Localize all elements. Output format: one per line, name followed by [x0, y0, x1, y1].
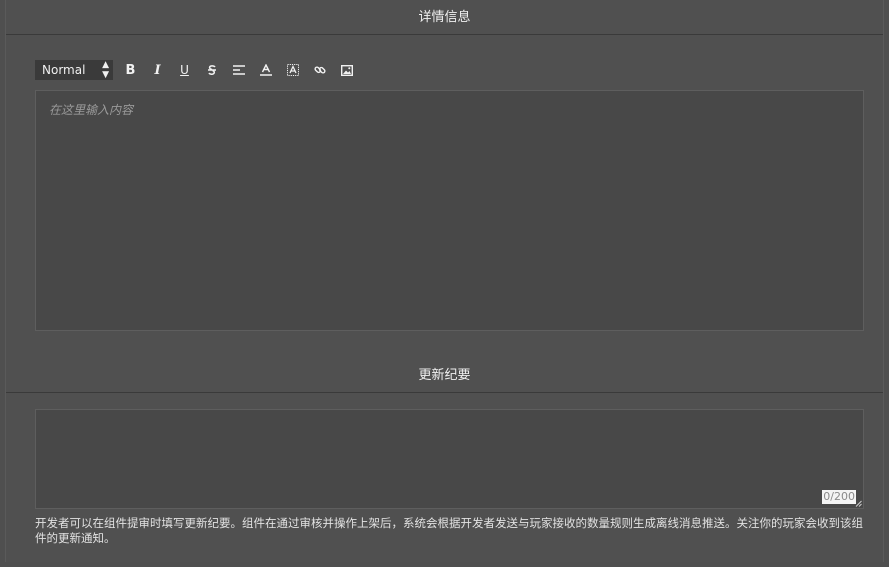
underline-icon: U — [180, 63, 189, 77]
details-section-title: 详情信息 — [6, 0, 883, 35]
details-panel: 详情信息 Normal ▲ ▼ B I U 在这里输入内容 更新纪要 0/200… — [5, 0, 884, 562]
select-arrows-icon: ▲ ▼ — [102, 60, 109, 80]
italic-icon: I — [154, 62, 161, 78]
background-color-button[interactable] — [279, 60, 306, 80]
bold-icon: B — [125, 62, 136, 78]
char-counter: 0/200 — [822, 490, 856, 504]
font-color-button[interactable] — [252, 60, 279, 80]
background-color-icon — [286, 64, 299, 76]
italic-button[interactable]: I — [144, 60, 171, 80]
link-icon — [313, 64, 326, 76]
image-button[interactable] — [333, 60, 360, 80]
strikethrough-button[interactable] — [198, 60, 225, 80]
changelog-hint: 开发者可以在组件提审时填写更新纪要。组件在通过审核并操作上架后，系统会根据开发者… — [35, 516, 863, 545]
font-color-icon — [259, 64, 272, 76]
format-select-value: Normal — [42, 63, 86, 77]
underline-button[interactable]: U — [171, 60, 198, 80]
align-icon — [232, 65, 245, 75]
resize-handle-icon[interactable] — [855, 500, 862, 507]
format-select[interactable]: Normal ▲ ▼ — [35, 60, 113, 80]
editor-placeholder: 在这里输入内容 — [49, 103, 134, 117]
align-button[interactable] — [225, 60, 252, 80]
details-editor[interactable]: 在这里输入内容 — [35, 90, 864, 331]
link-button[interactable] — [306, 60, 333, 80]
strikethrough-icon — [206, 64, 218, 76]
image-icon — [340, 64, 353, 76]
changelog-textarea[interactable]: 0/200 — [35, 409, 864, 509]
changelog-section-title: 更新纪要 — [6, 358, 883, 393]
rich-text-toolbar: Normal ▲ ▼ B I U — [35, 60, 360, 80]
bold-button[interactable]: B — [117, 60, 144, 80]
